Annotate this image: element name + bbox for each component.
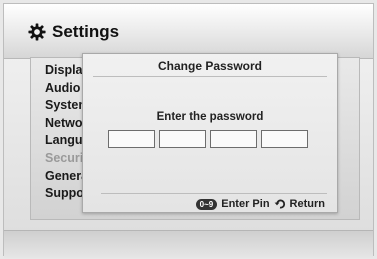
return-button[interactable]: Return <box>290 198 325 210</box>
header-bar: Settings <box>4 4 373 59</box>
settings-title-text: Settings <box>52 22 120 41</box>
pin-digit-1[interactable] <box>108 130 155 148</box>
pin-digit-3[interactable] <box>210 130 257 148</box>
return-icon[interactable] <box>274 198 286 210</box>
change-password-dialog: Change Password Enter the password 0~9 E… <box>82 53 338 213</box>
settings-title: Settings <box>28 18 119 46</box>
dialog-title-divider <box>93 76 327 77</box>
dialog-title: Change Password <box>157 59 263 73</box>
password-prompt: Enter the password <box>156 111 264 123</box>
enter-pin-hint: Enter Pin <box>221 198 270 210</box>
number-keys-icon: 0~9 <box>195 198 218 210</box>
pin-digit-4[interactable] <box>261 130 308 148</box>
bottom-band <box>4 230 373 258</box>
pin-digit-2[interactable] <box>159 130 206 148</box>
dialog-footer: 0~9 Enter Pin Return <box>195 198 325 210</box>
dialog-footer-divider <box>101 193 327 194</box>
gear-icon <box>28 23 46 41</box>
tv-settings-screen: Settings Display Audio System Network La… <box>3 3 374 258</box>
pin-entry <box>108 130 308 148</box>
